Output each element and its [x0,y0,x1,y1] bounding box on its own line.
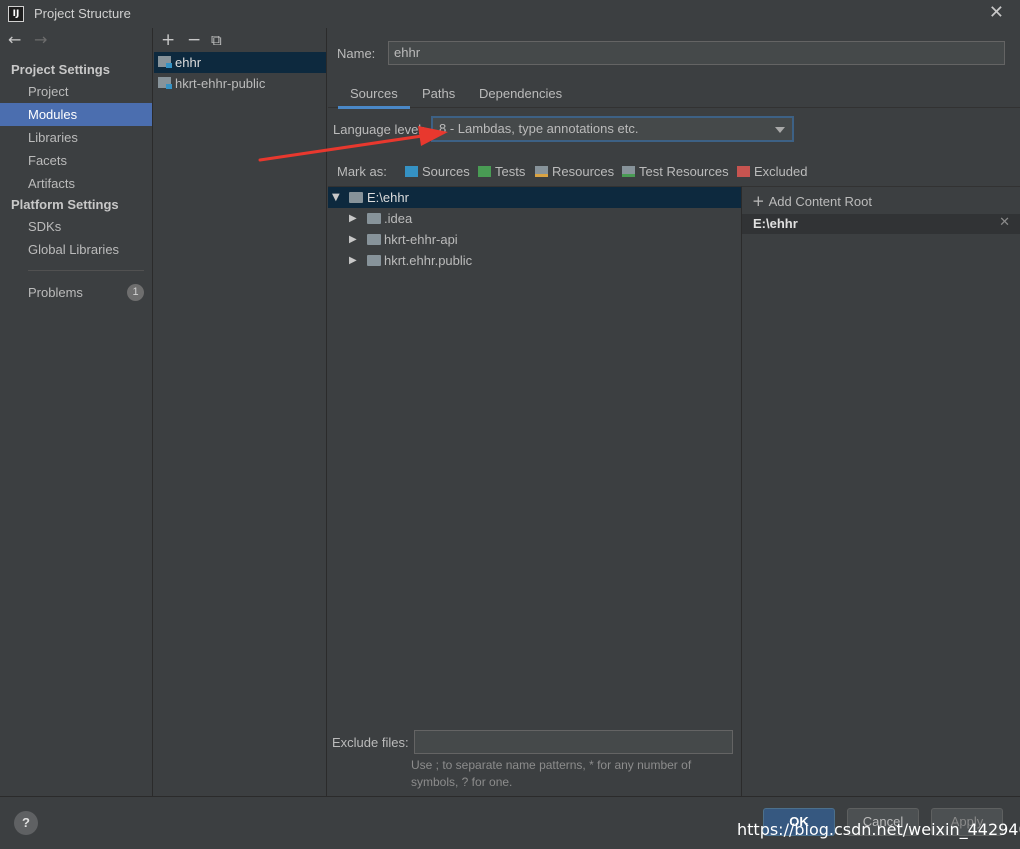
annotation-arrow-head [418,126,448,146]
annotation-arrow-shaft [258,134,424,162]
annotation-arrow [258,126,448,162]
